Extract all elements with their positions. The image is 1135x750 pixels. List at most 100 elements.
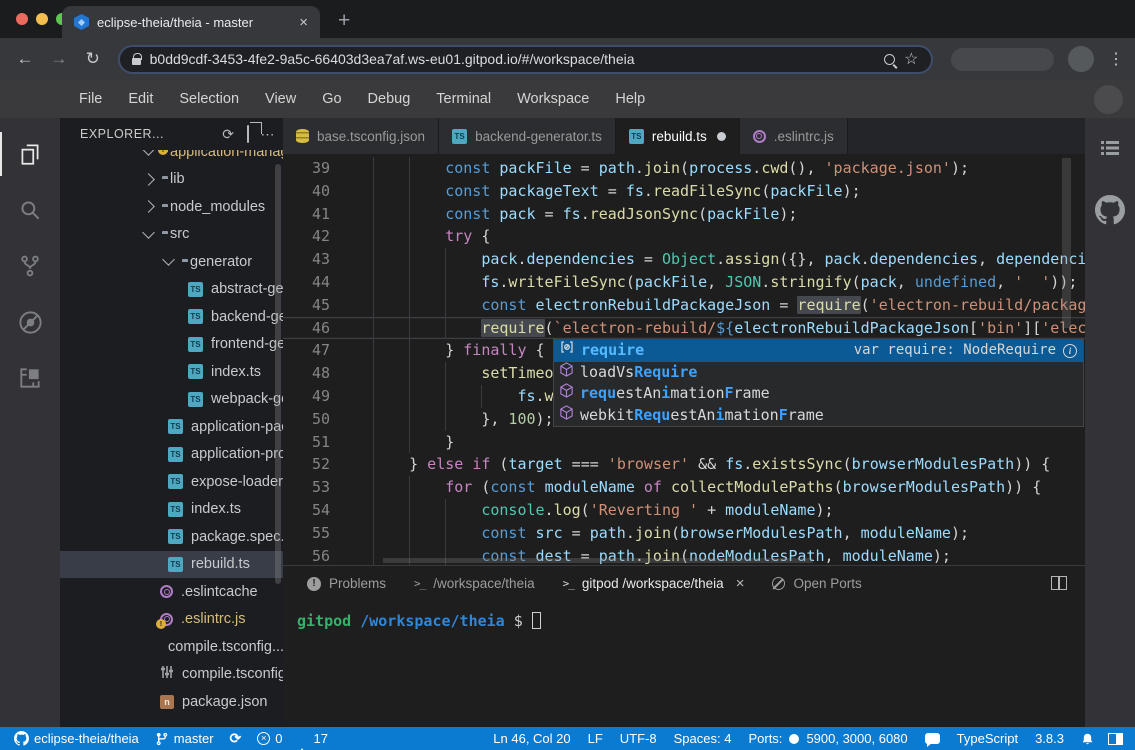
tree-item-.eslintrc.js[interactable]: !.eslintrc.js	[60, 606, 283, 634]
tree-item-abstract-gene...[interactable]: TSabstract-gene...	[60, 276, 283, 304]
outline-view-icon[interactable]	[1098, 136, 1122, 165]
tree-item-compile.tsconfig....[interactable]: compile.tsconfig....	[60, 661, 283, 689]
chevron-right-icon[interactable]	[142, 173, 155, 186]
statusbar-eol[interactable]: LF	[588, 731, 603, 746]
editor-horizontal-scrollbar[interactable]	[383, 558, 813, 563]
new-tab-button[interactable]: +	[338, 6, 350, 36]
explorer-files-icon[interactable]	[0, 126, 60, 182]
statusbar-language[interactable]: TypeScript	[957, 731, 1018, 746]
tree-item-webpack-gen...[interactable]: TSwebpack-gen...	[60, 386, 283, 414]
suggestion-webkitrequestanimationframe[interactable]: webkitRequestAnimationFrame	[554, 405, 1083, 427]
suggestion-require[interactable]: requirevar require: NodeRequirei	[554, 340, 1083, 362]
statusbar-problems[interactable]: × 0 ! 17	[257, 731, 328, 746]
browser-tab[interactable]: eclipse-theia/theia - master ×	[62, 6, 320, 38]
url-text[interactable]: b0dd9cdf-3453-4fe2-9a5c-66403d3ea7af.ws-…	[150, 51, 876, 67]
source-control-icon[interactable]	[0, 238, 60, 294]
tree-item-lib[interactable]: lib	[60, 166, 283, 194]
tree-item-application-pro...[interactable]: TSapplication-pro...	[60, 441, 283, 469]
url-bar[interactable]: b0dd9cdf-3453-4fe2-9a5c-66403d3ea7af.ws-…	[118, 45, 933, 74]
panel-tab-problems[interactable]: !Problems	[293, 576, 400, 591]
panel-tab-gitpod-workspace-theia[interactable]: >_gitpod /workspace/theia×	[549, 575, 759, 592]
tree-item-generator[interactable]: generator	[60, 248, 283, 276]
search-icon[interactable]	[0, 182, 60, 238]
debug-disabled-icon[interactable]	[0, 294, 60, 350]
editor-vertical-scrollbar[interactable]	[1062, 158, 1071, 328]
zoom-icon[interactable]	[884, 54, 895, 65]
tree-item-expose-loader.ts[interactable]: TSexpose-loader.ts	[60, 468, 283, 496]
collapse-all-icon[interactable]	[247, 126, 249, 142]
statusbar-branch[interactable]: master	[155, 731, 214, 746]
statusbar-ports[interactable]: Ports: 5900, 3000, 6080	[748, 731, 907, 746]
user-avatar[interactable]	[1094, 85, 1123, 114]
code-line-54[interactable]: 54console.log('Reverting ' + moduleName)…	[283, 499, 1085, 522]
panel-tab-open-ports[interactable]: Open Ports	[758, 576, 875, 591]
plugins-icon[interactable]	[0, 350, 60, 406]
code-line-43[interactable]: 43pack.dependencies = Object.assign({}, …	[283, 248, 1085, 271]
tree-item-index.ts[interactable]: TSindex.ts	[60, 496, 283, 524]
sidebar-scrollbar[interactable]	[275, 164, 281, 584]
code-line-42[interactable]: 42try {	[283, 225, 1085, 248]
github-icon[interactable]	[1095, 195, 1125, 230]
menu-help[interactable]: Help	[602, 91, 658, 107]
menu-edit[interactable]: Edit	[115, 91, 166, 107]
refresh-icon[interactable]: ⟳	[222, 126, 234, 143]
code-line-52[interactable]: 52} else if (target === 'browser' && fs.…	[283, 453, 1085, 476]
browser-profile-avatar[interactable]	[1068, 46, 1094, 72]
forward-icon[interactable]: →	[44, 49, 74, 69]
dirty-indicator-icon[interactable]	[717, 132, 726, 141]
code-line-39[interactable]: 39const packFile = path.join(process.cwd…	[283, 157, 1085, 180]
statusbar-encoding[interactable]: UTF-8	[620, 731, 657, 746]
panel-tab--workspace-theia[interactable]: >_/workspace/theia	[400, 576, 549, 591]
statusbar-sync[interactable]: ⟳	[230, 730, 242, 747]
terminal[interactable]: gitpod /workspace/theia $	[283, 601, 1085, 630]
chevron-down-icon[interactable]	[162, 253, 175, 266]
menu-debug[interactable]: Debug	[355, 91, 424, 107]
window-controls[interactable]	[16, 13, 68, 25]
menu-go[interactable]: Go	[309, 91, 354, 107]
code-line-41[interactable]: 41const pack = fs.readJsonSync(packFile)…	[283, 203, 1085, 226]
code-line-53[interactable]: 53for (const moduleName of collectModule…	[283, 476, 1085, 499]
browser-menu-icon[interactable]: ⋮	[1108, 49, 1125, 69]
code-line-51[interactable]: 51}	[283, 431, 1085, 454]
tree-item-package.spec.ts[interactable]: TSpackage.spec.ts	[60, 523, 283, 551]
chevron-down-icon[interactable]	[142, 226, 155, 239]
tree-item-.eslintcache[interactable]: .eslintcache	[60, 578, 283, 606]
code-line-45[interactable]: 45const electronRebuildPackageJson = req…	[283, 294, 1085, 317]
back-icon[interactable]: ←	[10, 49, 40, 69]
editor-tab-backend-generator.ts[interactable]: TSbackend-generator.ts	[439, 118, 616, 154]
tree-item-node-modules[interactable]: node_modules	[60, 193, 283, 221]
statusbar-feedback[interactable]	[925, 733, 940, 744]
tree-item-frontend-gene...[interactable]: TSfrontend-gene...	[60, 331, 283, 359]
chevron-right-icon[interactable]	[142, 200, 155, 213]
statusbar-toggle-panel[interactable]	[1108, 733, 1123, 745]
close-icon[interactable]: ×	[736, 575, 745, 592]
split-terminal-icon[interactable]	[1051, 576, 1067, 590]
minimize-window-button[interactable]	[36, 13, 48, 25]
extensions-pill[interactable]	[951, 48, 1055, 71]
suggestion-requestanimationframe[interactable]: requestAnimationFrame	[554, 383, 1083, 405]
suggestion-loadvsrequire[interactable]: loadVsRequire	[554, 362, 1083, 384]
tree-item-application-pac...[interactable]: TSapplication-pac...	[60, 413, 283, 441]
menu-view[interactable]: View	[252, 91, 309, 107]
close-window-button[interactable]	[16, 13, 28, 25]
bookmark-star-icon[interactable]: ☆	[904, 49, 918, 69]
lock-icon[interactable]	[132, 58, 141, 65]
statusbar-cursor-position[interactable]: Ln 46, Col 20	[493, 731, 570, 746]
info-icon[interactable]: i	[1063, 344, 1077, 358]
tree-item-index.ts[interactable]: TSindex.ts	[60, 358, 283, 386]
tree-item-src[interactable]: src	[60, 221, 283, 249]
code-line-40[interactable]: 40const packageText = fs.readFileSync(pa…	[283, 180, 1085, 203]
menu-workspace[interactable]: Workspace	[504, 91, 602, 107]
tree-item-backend-gen...[interactable]: TSbackend-gen...	[60, 303, 283, 331]
tree-item-compile.tsconfig....[interactable]: compile.tsconfig....	[60, 633, 283, 661]
statusbar-repo[interactable]: eclipse-theia/theia	[14, 731, 139, 746]
editor-tab-base.tsconfig.json[interactable]: base.tsconfig.json	[283, 118, 439, 154]
tree-item-package.json[interactable]: npackage.json	[60, 688, 283, 716]
menu-terminal[interactable]: Terminal	[423, 91, 504, 107]
tab-close-icon[interactable]: ×	[299, 14, 308, 31]
statusbar-indentation[interactable]: Spaces: 4	[674, 731, 732, 746]
statusbar-ts-version[interactable]: 3.8.3	[1035, 731, 1064, 746]
reload-icon[interactable]: ↻	[78, 49, 108, 69]
statusbar-notifications[interactable]	[1081, 732, 1094, 746]
tree-item-rebuild.ts[interactable]: TSrebuild.ts	[60, 551, 283, 579]
